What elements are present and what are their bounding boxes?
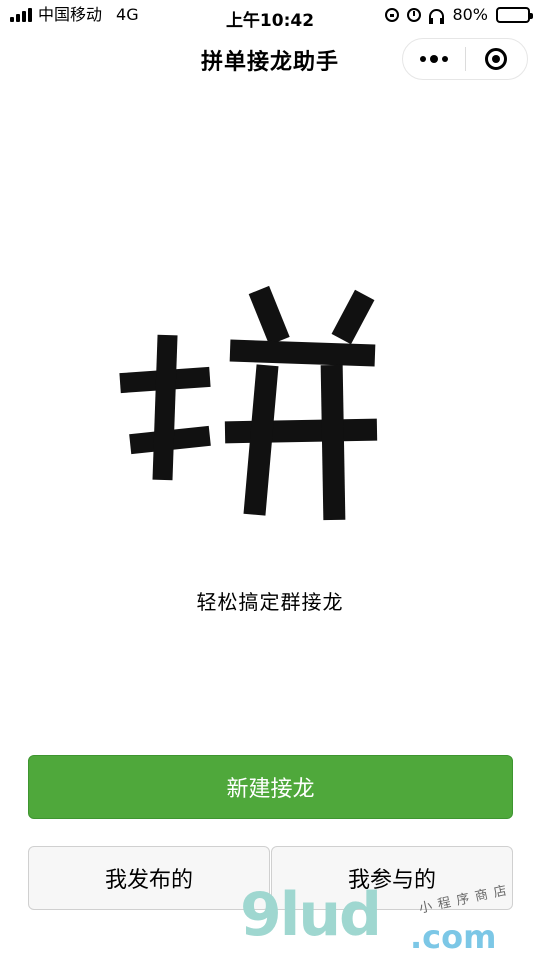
create-jielong-button[interactable]: 新建接龙 (28, 755, 513, 819)
navigation-bar: 拼单接龙助手 (0, 34, 540, 86)
battery-icon (496, 7, 533, 23)
target-icon (485, 48, 508, 70)
rotation-lock-icon (385, 8, 400, 22)
battery-percent: 80% (452, 5, 488, 24)
my-joined-button[interactable]: 我参与的 (271, 846, 513, 910)
miniprogram-capsule (402, 38, 528, 80)
watermark-suffix: .com (410, 918, 497, 956)
status-bar: 中国移动 4G 上午10:42 80% (0, 0, 540, 34)
more-menu-button[interactable] (403, 39, 465, 79)
close-miniprogram-button[interactable] (466, 39, 528, 79)
headphones-icon (429, 8, 445, 24)
alarm-icon (407, 8, 422, 22)
status-right: 80% (385, 5, 533, 24)
app-logo: 拼 (119, 285, 378, 521)
tagline: 轻松搞定群接龙 (196, 590, 344, 614)
more-dots-icon (419, 56, 426, 62)
my-published-button[interactable]: 我发布的 (28, 846, 270, 910)
